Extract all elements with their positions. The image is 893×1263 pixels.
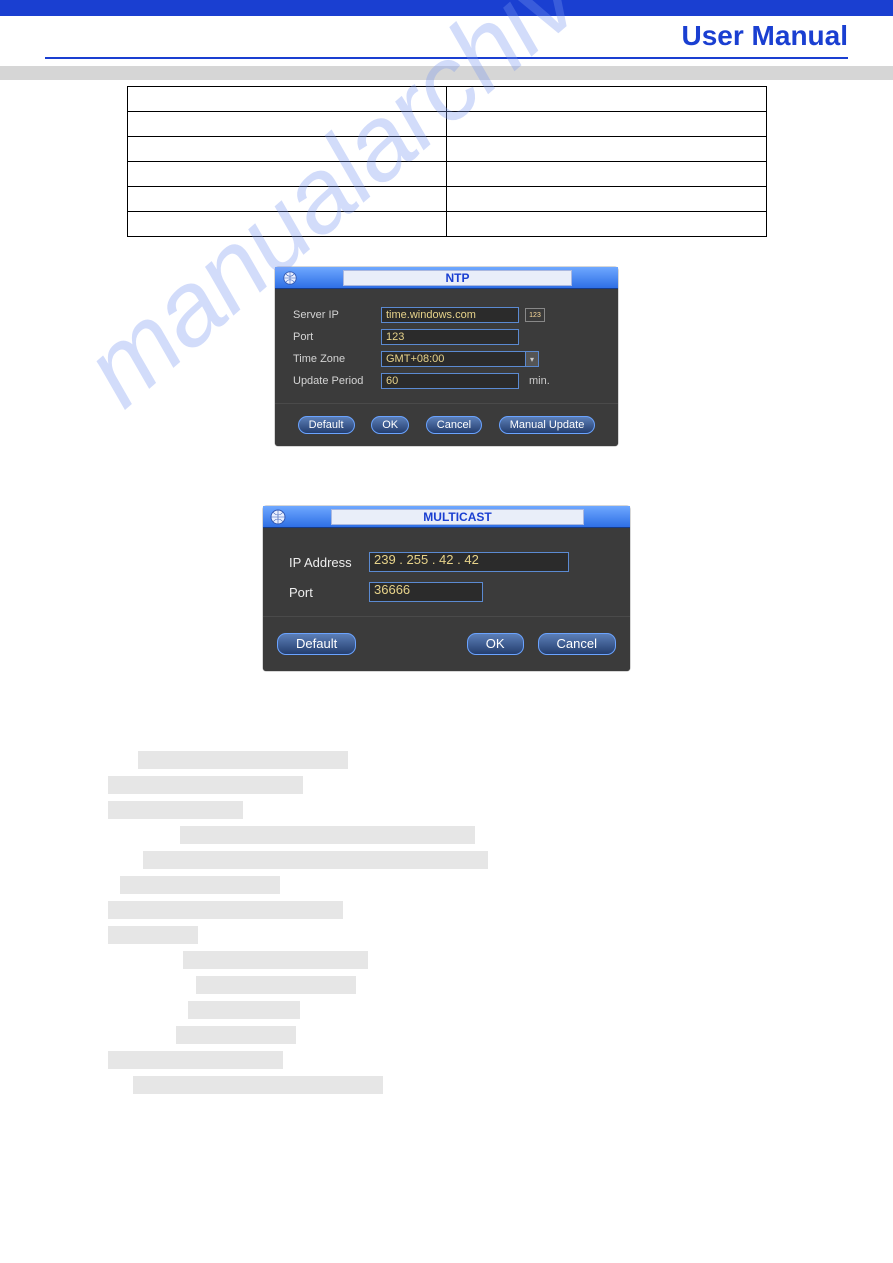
ntp-title-tab: NTP: [343, 270, 572, 286]
ntp-dialog: NTP Server IP time.windows.com 123 Port …: [275, 267, 618, 446]
keypad-icon[interactable]: 123: [525, 308, 545, 322]
page-title: User Manual: [682, 20, 893, 51]
ntp-button-row: Default OK Cancel Manual Update: [275, 403, 618, 446]
port-input[interactable]: 36666: [369, 582, 483, 602]
placeholder-block: [138, 751, 348, 769]
table-row: [127, 87, 766, 112]
placeholder-block: [133, 1076, 383, 1094]
placeholder-block: [196, 976, 356, 994]
ntp-titlebar: NTP: [275, 267, 618, 289]
grey-strip: [0, 66, 893, 80]
top-blue-bar: [0, 0, 893, 16]
cancel-button[interactable]: Cancel: [538, 633, 616, 655]
default-button[interactable]: Default: [277, 633, 356, 655]
update-period-input[interactable]: 60: [381, 373, 519, 389]
placeholder-block: [176, 1026, 296, 1044]
timezone-label: Time Zone: [293, 353, 381, 365]
timezone-select[interactable]: GMT+08:00: [381, 351, 526, 367]
parameter-table: [127, 86, 767, 237]
multicast-button-row: Default OK Cancel: [263, 616, 630, 671]
placeholder-block: [180, 826, 475, 844]
multicast-titlebar: MULTICAST: [263, 506, 630, 528]
default-button[interactable]: Default: [298, 416, 355, 434]
update-period-unit: min.: [529, 375, 550, 387]
placeholder-block: [108, 926, 198, 944]
placeholder-block: [188, 1001, 300, 1019]
table-row: [127, 212, 766, 237]
update-period-label: Update Period: [293, 375, 381, 387]
server-ip-label: Server IP: [293, 309, 381, 321]
ip-label: IP Address: [289, 555, 369, 570]
placeholder-block: [108, 1051, 283, 1069]
placeholder-block: [120, 876, 280, 894]
placeholder-block: [108, 776, 303, 794]
port-label: Port: [289, 585, 369, 600]
multicast-title-tab: MULTICAST: [331, 509, 584, 525]
port-input[interactable]: 123: [381, 329, 519, 345]
table-row: [127, 162, 766, 187]
chevron-down-icon[interactable]: ▾: [526, 351, 539, 367]
placeholder-block: [108, 801, 243, 819]
placeholder-block: [108, 901, 343, 919]
placeholder-block: [143, 851, 488, 869]
globe-icon: [269, 508, 287, 526]
table-row: [127, 187, 766, 212]
server-ip-input[interactable]: time.windows.com: [381, 307, 519, 323]
table-row: [127, 137, 766, 162]
ntp-body: Server IP time.windows.com 123 Port 123 …: [275, 289, 618, 403]
multicast-body: IP Address 239 . 255 . 42 . 42 Port 3666…: [263, 528, 630, 616]
ok-button[interactable]: OK: [467, 633, 524, 655]
cancel-button[interactable]: Cancel: [426, 416, 482, 434]
manual-update-button[interactable]: Manual Update: [499, 416, 596, 434]
globe-icon: [281, 269, 299, 287]
header-band: User Manual: [0, 16, 893, 56]
placeholder-block-group: [0, 751, 893, 1094]
ip-input[interactable]: 239 . 255 . 42 . 42: [369, 552, 569, 572]
ok-button[interactable]: OK: [371, 416, 409, 434]
placeholder-block: [183, 951, 368, 969]
multicast-dialog: MULTICAST IP Address 239 . 255 . 42 . 42…: [263, 506, 630, 671]
table-row: [127, 112, 766, 137]
title-underline: [45, 57, 848, 59]
port-label: Port: [293, 331, 381, 343]
